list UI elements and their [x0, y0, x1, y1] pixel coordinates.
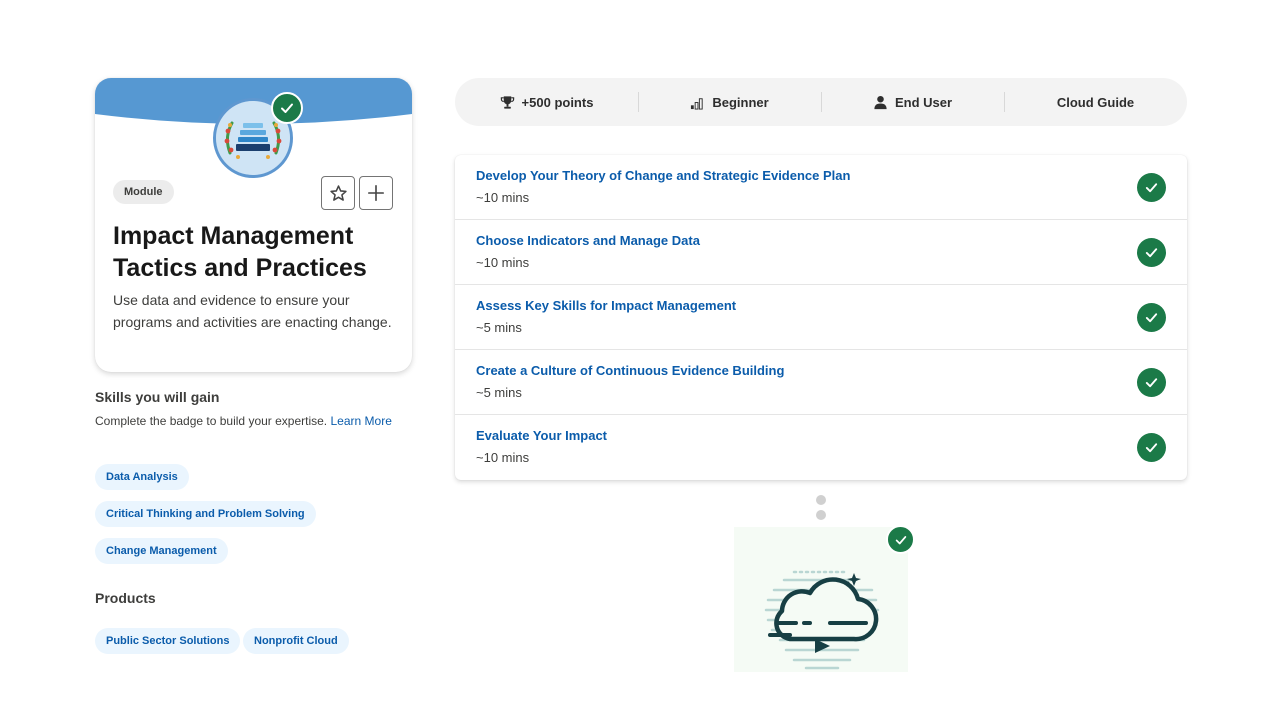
stat-label: +500 points: [521, 94, 594, 110]
unit-title-link[interactable]: Develop Your Theory of Change and Strate…: [476, 168, 850, 183]
stat-label: End User: [894, 94, 953, 110]
units-list: Develop Your Theory of Change and Strate…: [455, 155, 1187, 480]
stat-level: Beginner: [638, 78, 821, 126]
unit-complete-check-icon: [1137, 238, 1166, 267]
final-step-tile[interactable]: [734, 527, 908, 672]
skills-heading: Skills you will gain: [95, 389, 220, 405]
unit-row[interactable]: Evaluate Your Impact ~10 mins: [455, 415, 1187, 480]
unit-title-link[interactable]: Evaluate Your Impact: [476, 428, 607, 443]
badge-card: Module Impact Management Tactics and Pra…: [95, 78, 412, 372]
unit-duration: ~10 mins: [476, 190, 530, 205]
favorite-button[interactable]: [321, 176, 355, 210]
skill-tag[interactable]: Critical Thinking and Problem Solving: [95, 501, 316, 527]
signal-bars-icon: [691, 97, 703, 110]
unit-title-link[interactable]: Choose Indicators and Manage Data: [476, 233, 700, 248]
unit-title-link[interactable]: Create a Culture of Continuous Evidence …: [476, 363, 784, 378]
unit-row[interactable]: Develop Your Theory of Change and Strate…: [455, 155, 1187, 220]
stat-label: Cloud Guide: [1056, 94, 1135, 110]
unit-complete-check-icon: [1137, 433, 1166, 462]
unit-duration: ~10 mins: [476, 450, 530, 465]
trophy-icon: [500, 95, 514, 109]
unit-title-link[interactable]: Assess Key Skills for Impact Management: [476, 298, 736, 313]
final-step-check-icon: [886, 525, 915, 554]
stats-bar: +500 points Beginner End User Cloud Guid…: [455, 78, 1187, 126]
skill-tag[interactable]: Change Management: [95, 538, 228, 564]
skills-text: Complete the badge to build your experti…: [95, 414, 328, 428]
star-icon: [329, 184, 347, 201]
badge-title: Impact Management Tactics and Practices: [113, 222, 367, 282]
unit-duration: ~10 mins: [476, 255, 530, 270]
unit-complete-check-icon: [1137, 368, 1166, 397]
unit-row[interactable]: Choose Indicators and Manage Data ~10 mi…: [455, 220, 1187, 285]
learn-more-link[interactable]: Learn More: [331, 414, 392, 428]
stat-product: Cloud Guide: [1004, 78, 1187, 126]
unit-duration: ~5 mins: [476, 385, 522, 400]
user-icon: [874, 95, 887, 109]
products-heading: Products: [95, 590, 156, 606]
connector-dot: [816, 510, 826, 520]
product-tag[interactable]: Public Sector Solutions: [95, 628, 241, 654]
badge-complete-check-icon: [271, 92, 303, 124]
unit-row[interactable]: Create a Culture of Continuous Evidence …: [455, 350, 1187, 415]
unit-complete-check-icon: [1137, 173, 1166, 202]
unit-complete-check-icon: [1137, 303, 1166, 332]
stat-label: Beginner: [712, 94, 769, 110]
skill-tag[interactable]: Data Analysis: [95, 464, 189, 490]
connector-dot: [816, 495, 826, 505]
unit-row[interactable]: Assess Key Skills for Impact Management …: [455, 285, 1187, 350]
badge-description: Use data and evidence to ensure your pro…: [113, 292, 392, 330]
stat-points: +500 points: [455, 78, 638, 126]
plus-icon: [367, 184, 385, 202]
unit-duration: ~5 mins: [476, 320, 522, 335]
add-to-collection-button[interactable]: [359, 176, 393, 210]
cloud-video-icon: [764, 570, 880, 670]
module-type-pill: Module: [113, 180, 174, 204]
skills-description: Complete the badge to build your experti…: [95, 412, 405, 431]
product-tag[interactable]: Nonprofit Cloud: [243, 628, 349, 654]
stat-role: End User: [821, 78, 1004, 126]
